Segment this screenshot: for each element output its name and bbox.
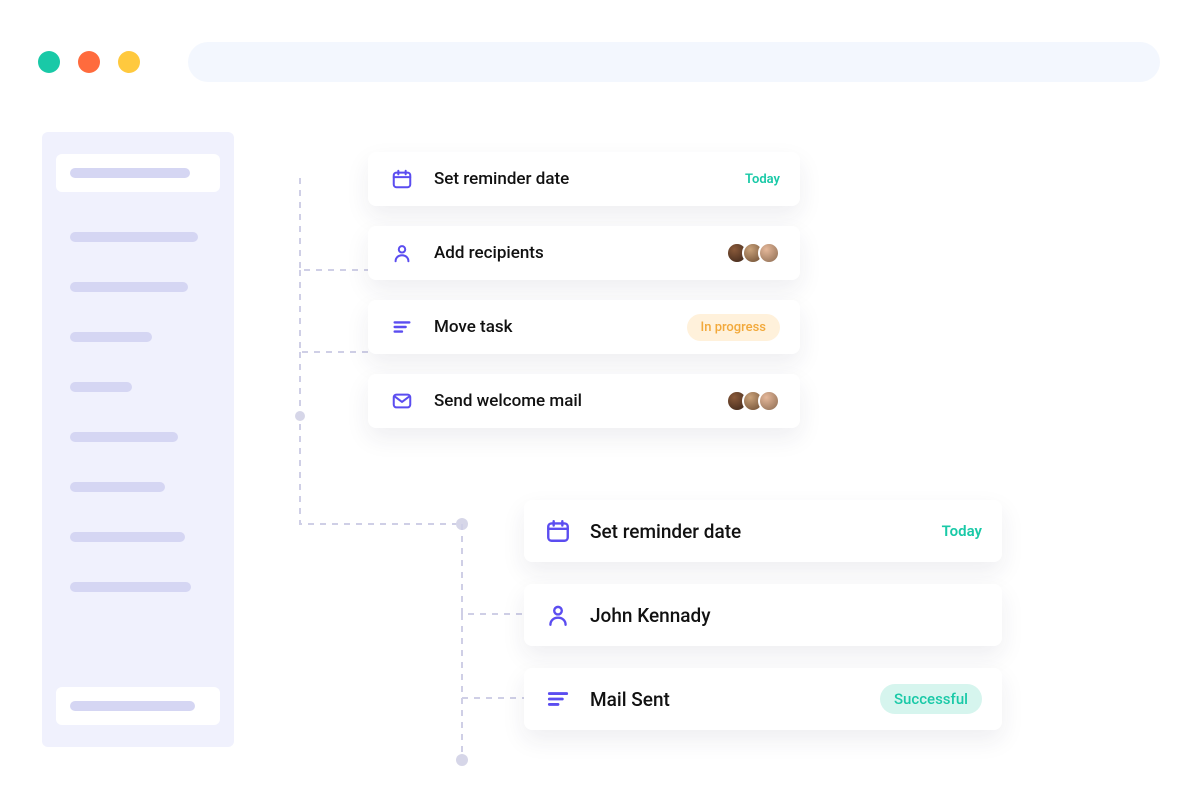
avatar [758, 390, 780, 412]
calendar-icon [388, 165, 416, 193]
recipient-avatars [726, 242, 780, 264]
person-icon [388, 239, 416, 267]
task-card-move-task[interactable]: Move task In progress [368, 300, 800, 354]
person-icon [544, 601, 572, 629]
sidebar-item[interactable] [70, 332, 152, 342]
task-meta: Today [942, 522, 982, 540]
window-dots [38, 51, 140, 73]
sidebar-item[interactable] [70, 282, 188, 292]
detail-card-mail-sent[interactable]: Mail Sent Successful [524, 668, 1002, 730]
sidebar-item[interactable] [56, 687, 220, 725]
sidebar-item[interactable] [70, 232, 198, 242]
sidebar [42, 132, 234, 747]
window-dot-minimize[interactable] [78, 51, 100, 73]
task-meta: Today [745, 172, 780, 187]
task-card-set-reminder[interactable]: Set reminder date Today [368, 152, 800, 206]
task-card-send-welcome-mail[interactable]: Send welcome mail [368, 374, 800, 428]
window-chrome [38, 42, 1160, 82]
sidebar-item[interactable] [70, 532, 185, 542]
lines-icon [544, 685, 572, 713]
status-badge: In progress [687, 314, 780, 341]
task-label: Send welcome mail [434, 391, 726, 411]
window-dot-close[interactable] [38, 51, 60, 73]
sidebar-item[interactable] [56, 154, 220, 192]
task-label: Set reminder date [434, 169, 745, 189]
detail-card-person[interactable]: John Kennady [524, 584, 1002, 646]
task-card-add-recipients[interactable]: Add recipients [368, 226, 800, 280]
detail-card-set-reminder[interactable]: Set reminder date Today [524, 500, 1002, 562]
task-label: Add recipients [434, 243, 726, 263]
sidebar-item[interactable] [70, 382, 132, 392]
recipient-avatars [726, 390, 780, 412]
avatar [758, 242, 780, 264]
sidebar-item[interactable] [70, 482, 165, 492]
task-label: Mail Sent [590, 688, 880, 711]
task-label: John Kennady [590, 604, 982, 627]
task-label: Move task [434, 317, 687, 337]
window-dot-expand[interactable] [118, 51, 140, 73]
mail-icon [388, 387, 416, 415]
sidebar-item[interactable] [70, 582, 191, 592]
status-badge: Successful [880, 684, 982, 714]
calendar-icon [544, 517, 572, 545]
sidebar-item[interactable] [70, 432, 178, 442]
address-bar[interactable] [188, 42, 1160, 82]
task-label: Set reminder date [590, 520, 942, 543]
lines-icon [388, 313, 416, 341]
